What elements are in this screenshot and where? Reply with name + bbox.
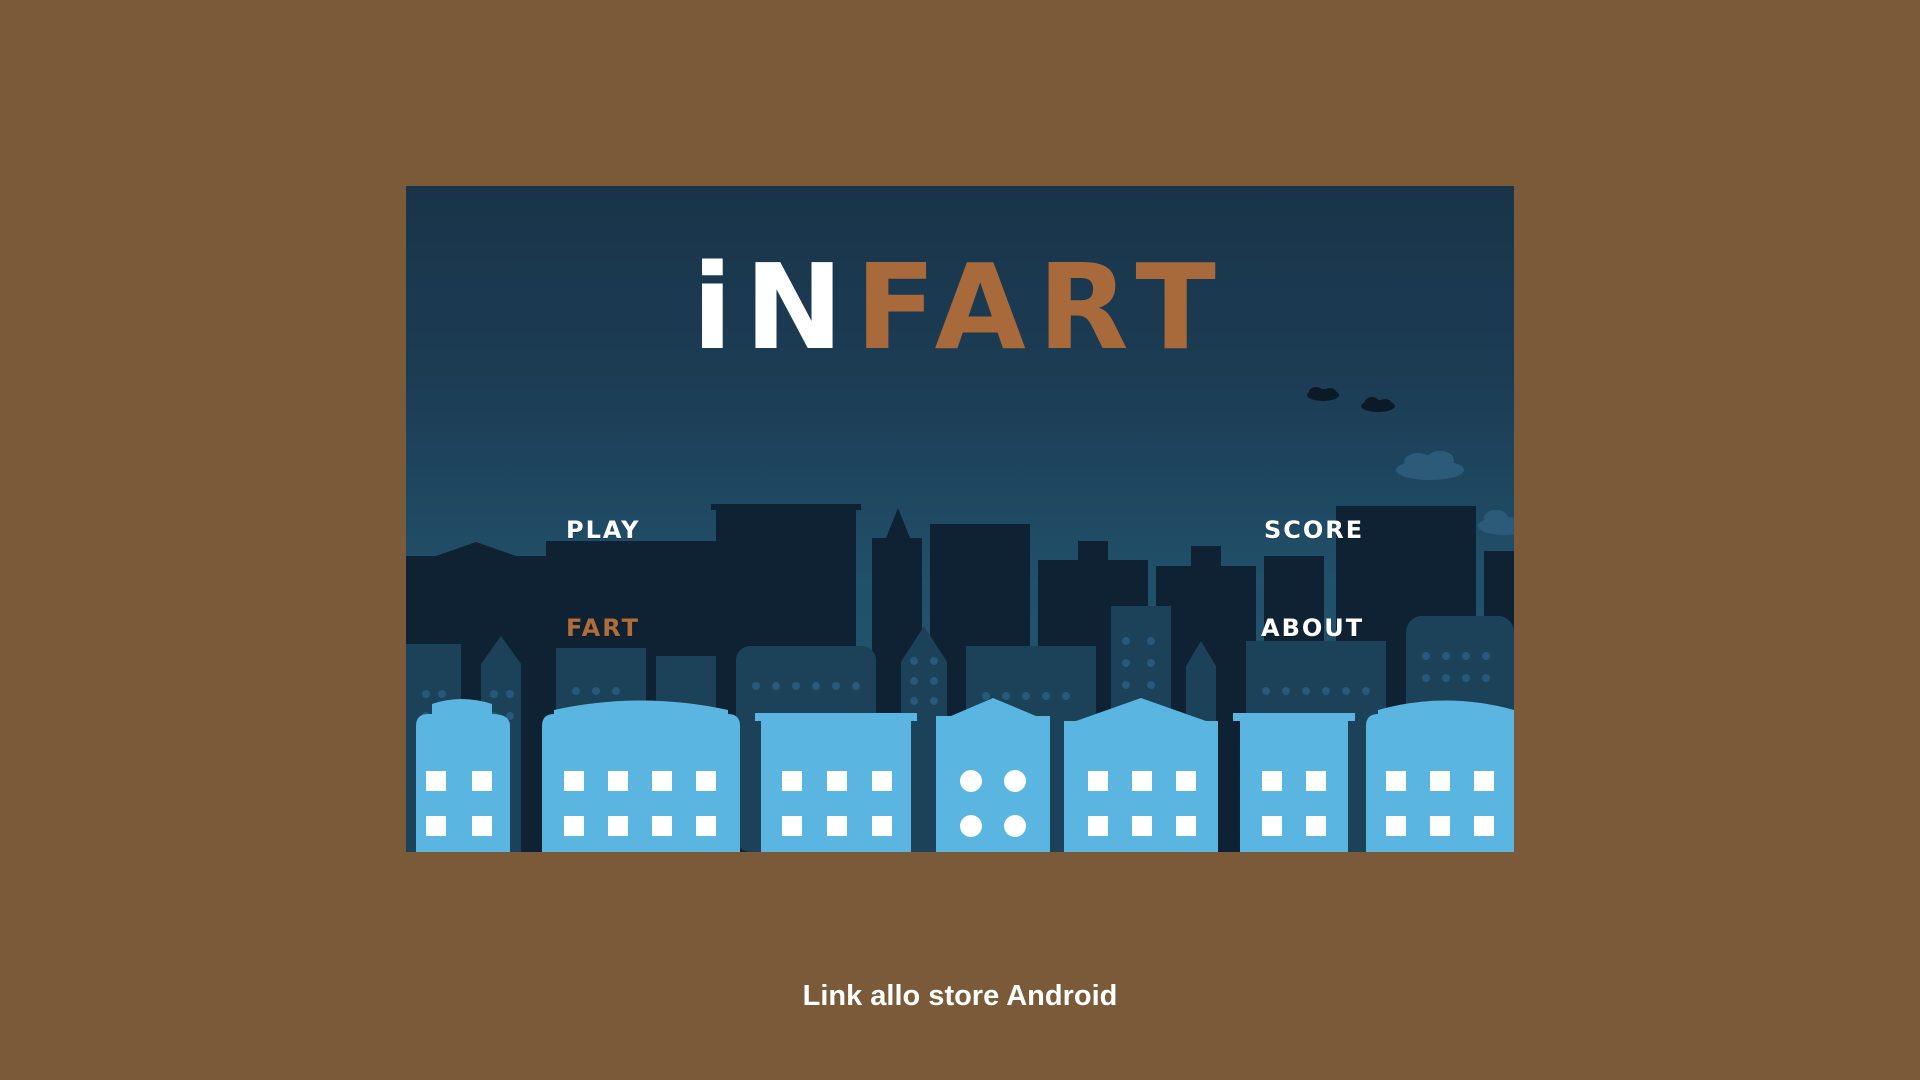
cloud-icon [1307,387,1395,412]
page: iNFART PLAY FART SCORE ABOUT Link allo s… [0,0,1920,1080]
android-store-link[interactable]: Link allo store Android [0,980,1920,1013]
menu-fart-button[interactable]: FART [566,614,640,642]
game-logo-part-b: FART [855,238,1228,376]
game-logo: iNFART [406,248,1514,366]
menu-about-button[interactable]: ABOUT [1261,614,1364,642]
menu-score-button[interactable]: SCORE [1264,516,1364,544]
game-logo-part-a: iN [692,238,856,376]
menu-play-button[interactable]: PLAY [566,516,641,544]
game-screenshot: iNFART PLAY FART SCORE ABOUT [406,186,1514,852]
